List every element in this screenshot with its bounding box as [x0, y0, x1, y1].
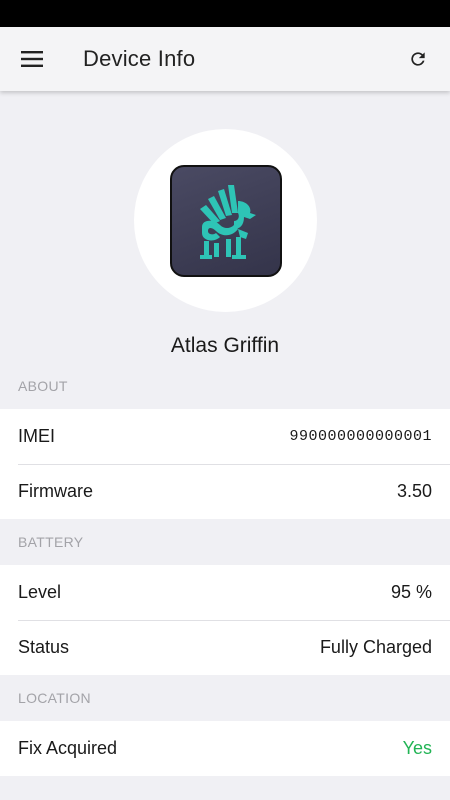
fix-acquired-value: Yes	[402, 738, 432, 758]
imei-label: IMEI	[18, 426, 56, 446]
refresh-icon	[411, 52, 425, 66]
battery-level-value: 95 %	[390, 582, 432, 602]
firmware-row[interactable]: Firmware 3.50	[0, 464, 450, 519]
imei-row[interactable]: IMEI 990000000000001	[0, 409, 450, 464]
battery-status-value: Fully Charged	[319, 637, 432, 657]
app-bar: Device Info	[0, 27, 450, 91]
menu-button[interactable]	[12, 39, 52, 79]
section-header-about: ABOUT	[18, 378, 68, 394]
avatar	[134, 129, 317, 312]
section-header-battery: BATTERY	[18, 534, 84, 550]
device-header: Atlas Griffin	[0, 91, 450, 363]
griffin-logo-icon	[199, 184, 256, 259]
battery-level-row[interactable]: Level 95 %	[0, 565, 450, 620]
imei-value: 990000000000001	[289, 428, 432, 445]
fix-acquired-row[interactable]: Fix Acquired Yes	[0, 721, 450, 776]
battery-status-label: Status	[18, 637, 70, 657]
refresh-button[interactable]	[398, 39, 438, 79]
fix-acquired-label: Fix Acquired	[18, 738, 118, 758]
section-header-location: LOCATION	[18, 690, 91, 706]
battery-status-row[interactable]: Status Fully Charged	[0, 620, 450, 675]
device-logo	[169, 164, 282, 277]
firmware-label: Firmware	[18, 481, 93, 501]
hamburger-menu-icon	[21, 51, 43, 67]
status-bar	[0, 0, 450, 27]
battery-level-label: Level	[18, 582, 62, 602]
page-title: Device Info	[83, 46, 196, 71]
device-name: Atlas Griffin	[170, 334, 280, 357]
firmware-value: 3.50	[396, 481, 432, 501]
